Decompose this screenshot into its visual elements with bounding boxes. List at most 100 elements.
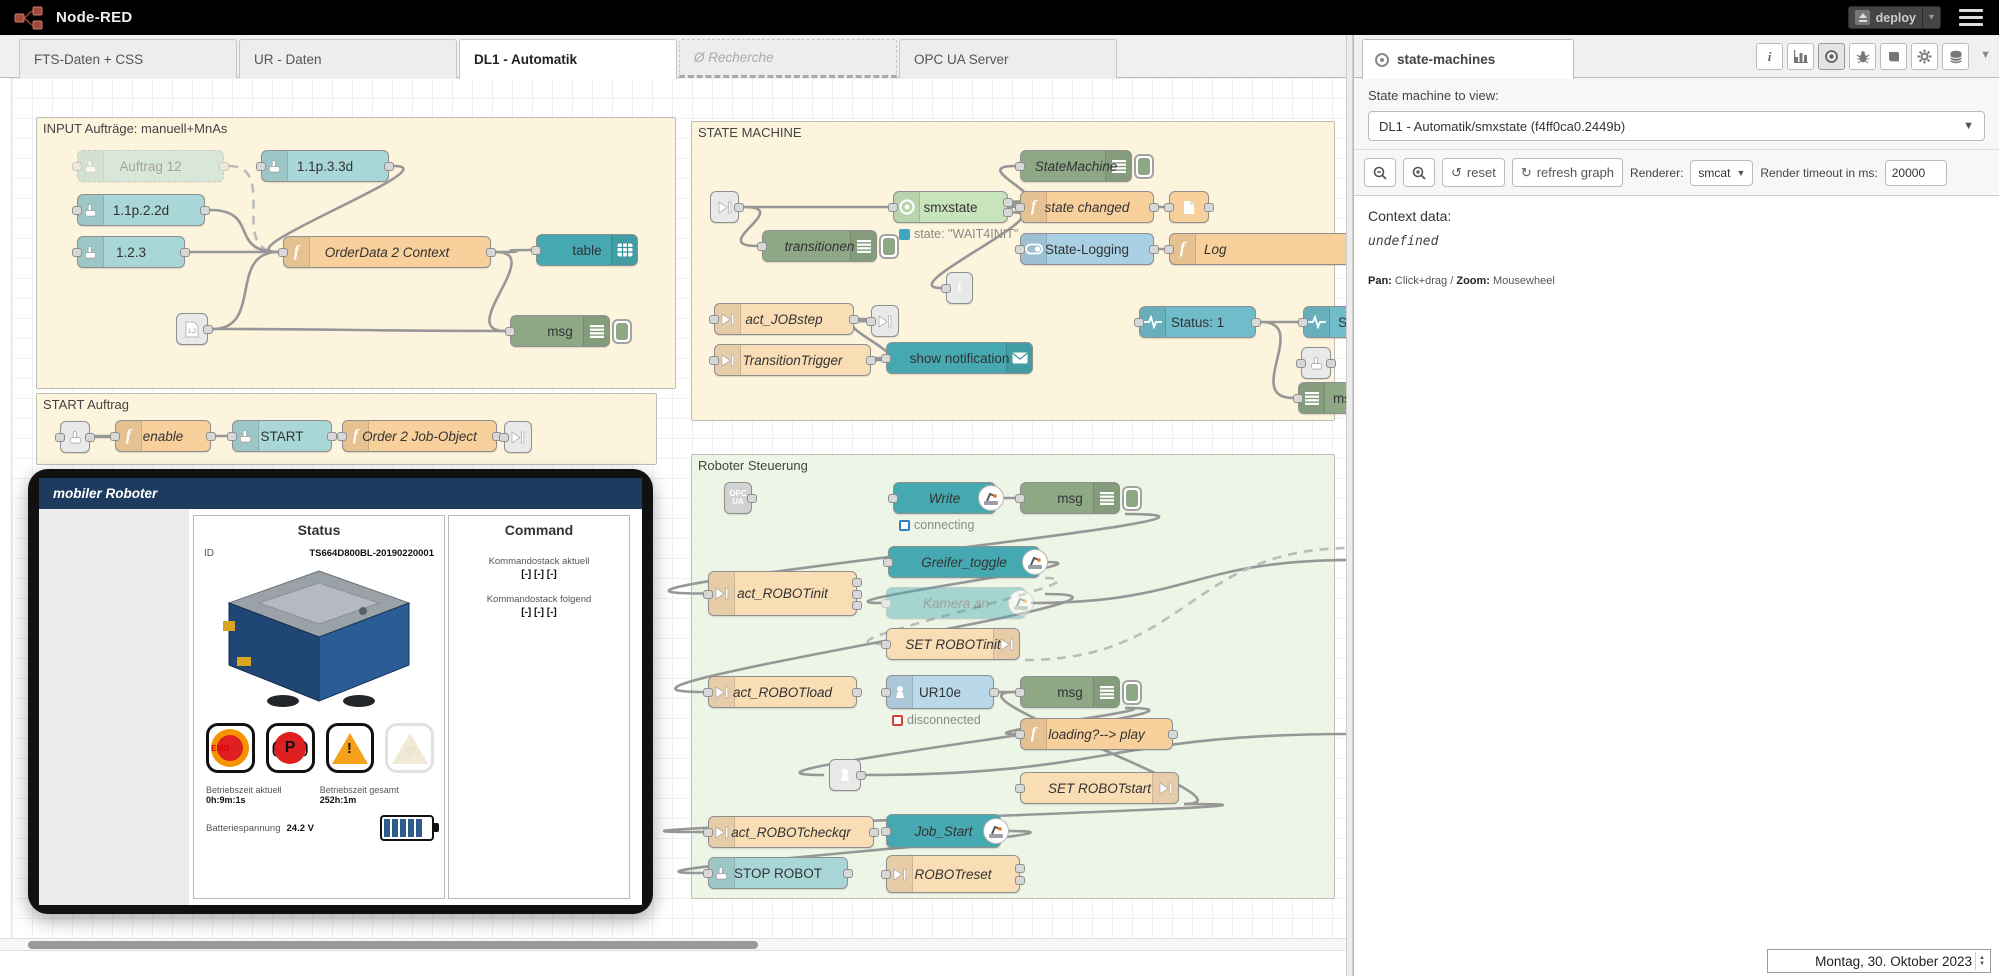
output-port[interactable]: [1326, 359, 1336, 368]
input-port[interactable]: [278, 248, 288, 257]
flow-node-act-robotload[interactable]: act_ROBOTload: [708, 676, 857, 708]
flow-node-orderdata-2-context[interactable]: fOrderData 2 Context: [283, 236, 491, 268]
input-port[interactable]: [1296, 359, 1306, 368]
deploy-button[interactable]: deploy ▾: [1848, 6, 1941, 29]
debug-toggle-button[interactable]: [1122, 486, 1142, 511]
output-port[interactable]: [852, 601, 862, 610]
input-port[interactable]: [227, 432, 237, 441]
output-port[interactable]: [486, 248, 496, 257]
flow-node-file12-node[interactable]: 1,2: [176, 313, 208, 345]
flow-node-state-logging[interactable]: State-Logging: [1020, 233, 1154, 265]
debug-toggle-button[interactable]: [1134, 154, 1154, 179]
output-port[interactable]: [1015, 864, 1025, 873]
output-port[interactable]: [1003, 208, 1013, 217]
output-port[interactable]: [1149, 245, 1159, 254]
flow-node-auftrag-12[interactable]: Auftrag 12: [77, 150, 224, 182]
reset-view-button[interactable]: ↺ reset: [1442, 158, 1505, 187]
input-port[interactable]: [1298, 318, 1308, 327]
input-port[interactable]: [888, 494, 898, 503]
flow-node-filedoc-node[interactable]: [1169, 191, 1209, 223]
output-port[interactable]: [384, 162, 394, 171]
flow-node-1-1p-2-2d[interactable]: 1.1p.2.2d: [77, 194, 205, 226]
flow-node-order-2-job-object[interactable]: fOrder 2 Job-Object: [342, 420, 497, 452]
flow-node-enable[interactable]: fenable: [115, 420, 211, 452]
output-port[interactable]: [219, 162, 229, 171]
output-port[interactable]: [852, 590, 862, 599]
flow-node-act-robotinit[interactable]: act_ROBOTinit: [708, 571, 857, 616]
flow-node-statemachine[interactable]: StateMachine: [1020, 150, 1132, 182]
tab-fts-daten-css[interactable]: FTS-Daten + CSS: [19, 39, 237, 78]
flow-node-msg[interactable]: msg: [1020, 482, 1120, 514]
input-port[interactable]: [1164, 203, 1174, 212]
flow-node-ur10e[interactable]: UR10e: [886, 675, 994, 709]
output-port[interactable]: [1003, 198, 1013, 207]
date-input[interactable]: Montag, 30. Oktober 2023 ▲▼: [1767, 949, 1991, 973]
horizontal-scrollbar[interactable]: [0, 938, 1346, 950]
flow-node-robotreset[interactable]: ROBOTreset: [886, 855, 1020, 893]
output-port[interactable]: [85, 433, 95, 442]
input-port[interactable]: [531, 246, 541, 255]
flow-node-kamera-an[interactable]: Kamera an: [886, 587, 1026, 619]
flow-node-job-start[interactable]: Job_Start: [886, 814, 1001, 848]
output-port[interactable]: [734, 203, 744, 212]
debug-tab-button[interactable]: [1849, 43, 1876, 70]
input-port[interactable]: [703, 828, 713, 837]
input-port[interactable]: [881, 827, 891, 836]
flow-node-act-jobstep[interactable]: act_JOBstep: [714, 303, 854, 335]
help-tab-button[interactable]: [1880, 43, 1907, 70]
flow-node-set-robotinit[interactable]: SET ROBOTinit: [886, 628, 1020, 660]
input-port[interactable]: [72, 206, 82, 215]
flow-node-opcua-node[interactable]: OPCUA: [724, 482, 752, 514]
renderer-select[interactable]: smcat ▼: [1690, 160, 1753, 186]
output-port[interactable]: [1251, 318, 1261, 327]
flow-node-act-robotcheckqr[interactable]: act_ROBOTcheckqr: [708, 816, 874, 848]
input-port[interactable]: [1015, 245, 1025, 254]
flow-node-smxstate[interactable]: smxstate: [893, 191, 1008, 223]
input-port[interactable]: [1015, 730, 1025, 739]
input-port[interactable]: [883, 558, 893, 567]
input-port[interactable]: [1015, 494, 1025, 503]
input-port[interactable]: [881, 688, 891, 697]
output-port[interactable]: [843, 869, 853, 878]
flow-node-1-2-3[interactable]: 1.2.3: [77, 236, 185, 268]
input-port[interactable]: [941, 284, 951, 293]
output-port[interactable]: [327, 432, 337, 441]
tab-ur-daten[interactable]: UR - Daten: [239, 39, 457, 78]
flow-node-loading-play[interactable]: floading?--> play: [1020, 718, 1173, 750]
flow-node-greifer-toggle[interactable]: Greifer_toggle: [888, 546, 1040, 578]
input-port[interactable]: [866, 317, 876, 326]
date-spinner[interactable]: ▲▼: [1975, 952, 1988, 970]
output-port[interactable]: [1204, 203, 1214, 212]
flow-node-st[interactable]: St: [1303, 306, 1346, 338]
flow-node-1-1p-3-3d[interactable]: 1.1p.3.3d: [261, 150, 389, 182]
input-port[interactable]: [881, 599, 891, 608]
tab-opc-ua-server[interactable]: OPC UA Server: [899, 39, 1117, 78]
flow-node-hand-node[interactable]: [1301, 347, 1331, 379]
input-port[interactable]: [703, 590, 713, 599]
deploy-options-caret[interactable]: ▾: [1922, 7, 1934, 28]
input-port[interactable]: [1015, 784, 1025, 793]
input-port[interactable]: [55, 433, 65, 442]
config-tab-button[interactable]: [1911, 43, 1938, 70]
flow-node-linkout-node[interactable]: [871, 305, 899, 337]
flow-node-transitionen[interactable]: transitionen: [762, 230, 877, 262]
output-port[interactable]: [200, 206, 210, 215]
mobile-robot-dashboard[interactable]: mobiler Roboter Status ID TS664D800BL-20…: [28, 469, 653, 914]
input-port[interactable]: [110, 432, 120, 441]
input-port[interactable]: [499, 433, 509, 442]
emergency-stop-button[interactable]: EMG: [206, 723, 255, 773]
input-port[interactable]: [703, 688, 713, 697]
input-port[interactable]: [1293, 394, 1303, 403]
flow-node-state-changed[interactable]: fstate changed: [1020, 191, 1154, 223]
sidebar-tabs-caret[interactable]: ▼: [1980, 49, 1991, 61]
zoom-out-button[interactable]: [1364, 158, 1396, 187]
input-port[interactable]: [256, 162, 266, 171]
flow-node-start[interactable]: START: [232, 420, 332, 452]
flow-node-stop-robot[interactable]: STOP ROBOT: [708, 857, 848, 889]
flow-node-show-notification[interactable]: show notification: [886, 342, 1033, 374]
input-port[interactable]: [881, 354, 891, 363]
group-state-machine[interactable]: STATE MACHINE: [691, 121, 1335, 421]
flow-node-msg[interactable]: msg: [1020, 676, 1120, 708]
output-port[interactable]: [1149, 203, 1159, 212]
state-machines-tab-button[interactable]: [1818, 43, 1845, 70]
